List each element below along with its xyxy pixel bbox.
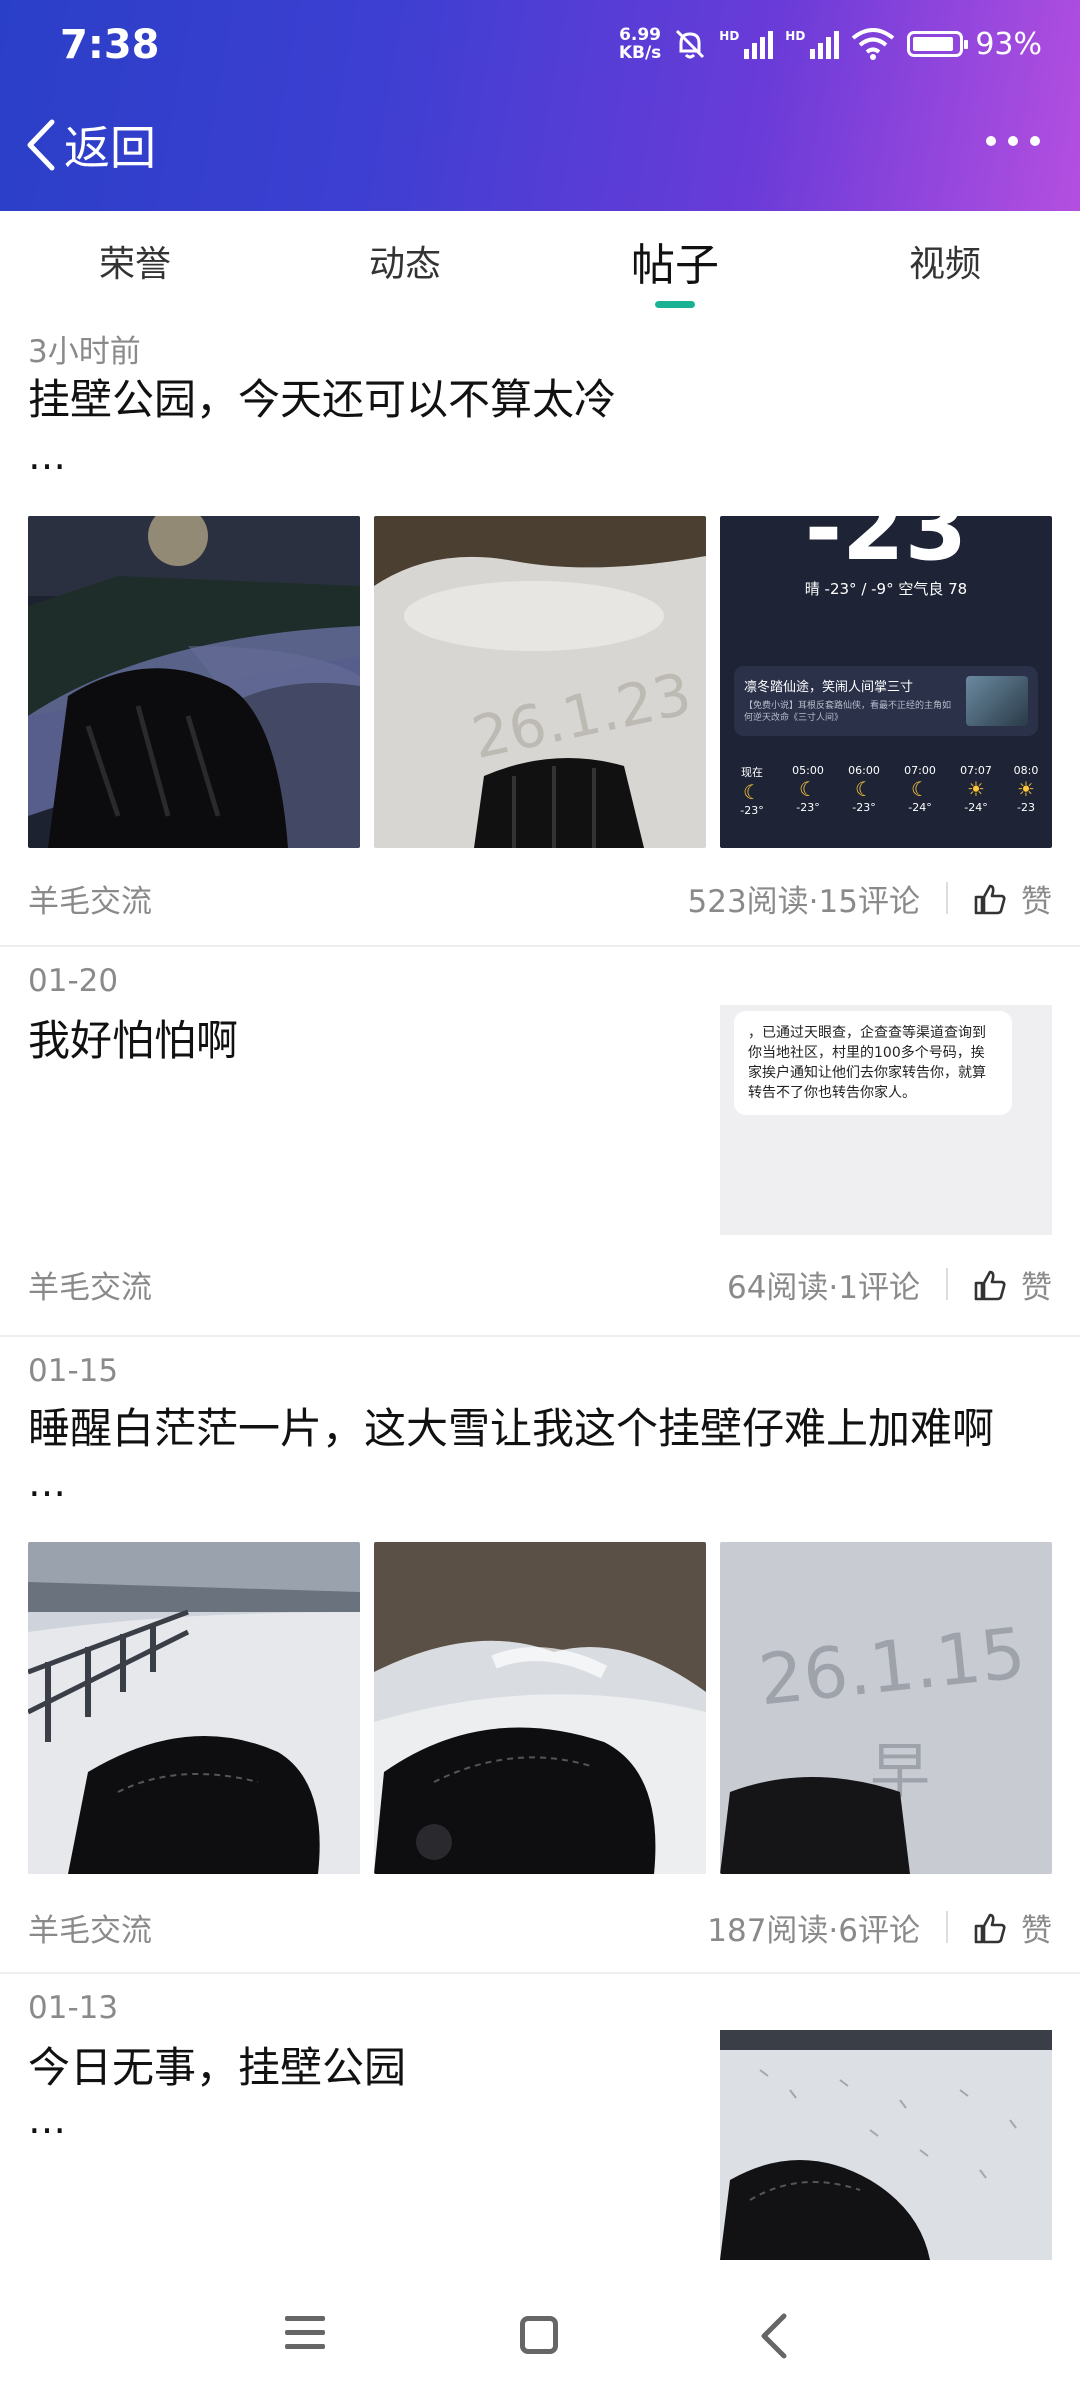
post-ellipsis: … [28, 2098, 66, 2142]
moon-icon: ☾ [855, 777, 873, 801]
ad-card: 凛冬踏仙途，笑闹人间掌三寸 【免费小说】耳根反套路仙侠，看最不正经的主角如何逆天… [734, 666, 1038, 736]
battery-icon [907, 31, 969, 57]
signal-1-icon: HD [719, 29, 774, 59]
post-image[interactable] [28, 1542, 360, 1874]
post-image[interactable]: 26.1.23 [374, 516, 706, 848]
chevron-left-icon [27, 119, 55, 171]
menu-icon [285, 2316, 325, 2321]
back-button[interactable]: 返回 [24, 112, 156, 178]
mute-bell-icon [676, 29, 705, 59]
post-source[interactable]: 羊毛交流 [28, 876, 152, 921]
recent-apps-button[interactable] [285, 2316, 325, 2358]
post-date: 01-13 [28, 1990, 119, 2026]
post-date: 01-20 [28, 963, 119, 999]
post-meta: 羊毛交流 523阅读·15评论 赞 [28, 876, 1052, 920]
more-dots-icon [986, 136, 996, 146]
post-title: 今日无事，挂壁公园 [28, 2043, 407, 2092]
post-date: 01-15 [28, 1353, 119, 1389]
post-image[interactable] [720, 2030, 1052, 2260]
post-stats: 523阅读·15评论 [687, 884, 920, 920]
like-button[interactable]: 赞 [973, 1262, 1052, 1307]
ad-thumbnail [966, 676, 1028, 726]
post-image[interactable] [28, 516, 360, 848]
system-nav-bar [0, 2272, 1080, 2400]
sunrise-icon: ☀ [967, 777, 985, 801]
post-title: 挂壁公园，今天还可以不算太冷 [28, 375, 617, 424]
weather-screenshot-image[interactable]: -23 晴 -23° / -9° 空气良 78 凛冬踏仙途，笑闹人间掌三寸 【免… [720, 516, 1052, 848]
moon-icon: ☾ [911, 777, 929, 801]
battery-level: 93% [975, 26, 1042, 62]
chat-bubble: ，已通过天眼查，企查查等渠道查询到你当地社区，村里的100多个号码，挨家挨户通知… [734, 1011, 1012, 1115]
post-title: 我好怕怕啊 [28, 1016, 239, 1065]
post-image[interactable] [374, 1542, 706, 1874]
app-header: 7:38 6.99 KB/s HD HD 93% 返回 [0, 0, 1080, 211]
like-button[interactable]: 赞 [973, 876, 1052, 921]
post-item[interactable]: 3小时前 挂壁公园，今天还可以不算太冷 … 26.1.23 -23 晴 -23°… [0, 316, 1080, 946]
nav-back-button[interactable] [752, 2310, 798, 2362]
post-date: 3小时前 [28, 334, 141, 370]
status-time: 7:38 [60, 22, 160, 68]
tab-honors[interactable]: 荣誉 [35, 235, 235, 287]
tab-bar: 荣誉 动态 帖子 视频 [0, 211, 1080, 316]
post-image[interactable]: 26.1.15 早 [720, 1542, 1052, 1874]
wifi-icon [852, 28, 895, 60]
home-button[interactable] [520, 2316, 558, 2354]
meta-divider [946, 1911, 948, 1943]
post-item[interactable]: 01-13 今日无事，挂壁公园 … [0, 1974, 1080, 2272]
post-ellipsis: … [28, 1461, 66, 1505]
post-stats: 64阅读·1评论 [726, 1270, 920, 1306]
thumbs-up-icon [974, 1913, 1006, 1943]
post-meta: 羊毛交流 187阅读·6评论 赞 [28, 1905, 1052, 1949]
post-stats: 187阅读·6评论 [707, 1913, 920, 1949]
like-button[interactable]: 赞 [973, 1905, 1052, 1950]
post-title: 睡醒白茫茫一片，这大雪让我这个挂壁仔难上加难啊 [28, 1404, 995, 1453]
thumbs-up-icon [974, 1270, 1006, 1300]
post-image[interactable]: ，已通过天眼查，企查查等渠道查询到你当地社区，村里的100多个号码，挨家挨户通知… [720, 1005, 1052, 1235]
active-tab-indicator [655, 301, 695, 308]
hourly-forecast: 现在 ☾ -23° 05:00 ☾ -23° 06:00 ☾ -23° 07:00 ☾ -24°… [726, 764, 1046, 817]
tab-activity[interactable]: 动态 [305, 235, 505, 287]
more-options-button[interactable] [986, 136, 1040, 146]
moon-icon: ☾ [799, 777, 817, 801]
moon-icon: ☾ [743, 780, 761, 804]
sun-icon: ☀ [1017, 777, 1035, 801]
status-icons: 6.99 KB/s HD HD 93% [619, 26, 1042, 62]
meta-divider [946, 1268, 948, 1300]
post-source[interactable]: 羊毛交流 [28, 1905, 152, 1950]
tab-posts[interactable]: 帖子 [575, 229, 775, 293]
post-ellipsis: … [28, 434, 66, 478]
back-label: 返回 [64, 121, 156, 175]
post-item[interactable]: 01-20 我好怕怕啊 ，已通过天眼查，企查查等渠道查询到你当地社区，村里的10… [0, 947, 1080, 1335]
signal-2-icon: HD [785, 29, 840, 59]
post-meta: 羊毛交流 64阅读·1评论 赞 [28, 1262, 1052, 1306]
tab-videos[interactable]: 视频 [845, 235, 1045, 287]
post-item[interactable]: 01-15 睡醒白茫茫一片，这大雪让我这个挂壁仔难上加难啊 … 26.1.15 … [0, 1337, 1080, 1972]
meta-divider [946, 882, 948, 914]
post-source[interactable]: 羊毛交流 [28, 1262, 152, 1307]
net-speed: 6.99 KB/s [618, 25, 662, 63]
thumbs-up-icon [974, 884, 1006, 914]
